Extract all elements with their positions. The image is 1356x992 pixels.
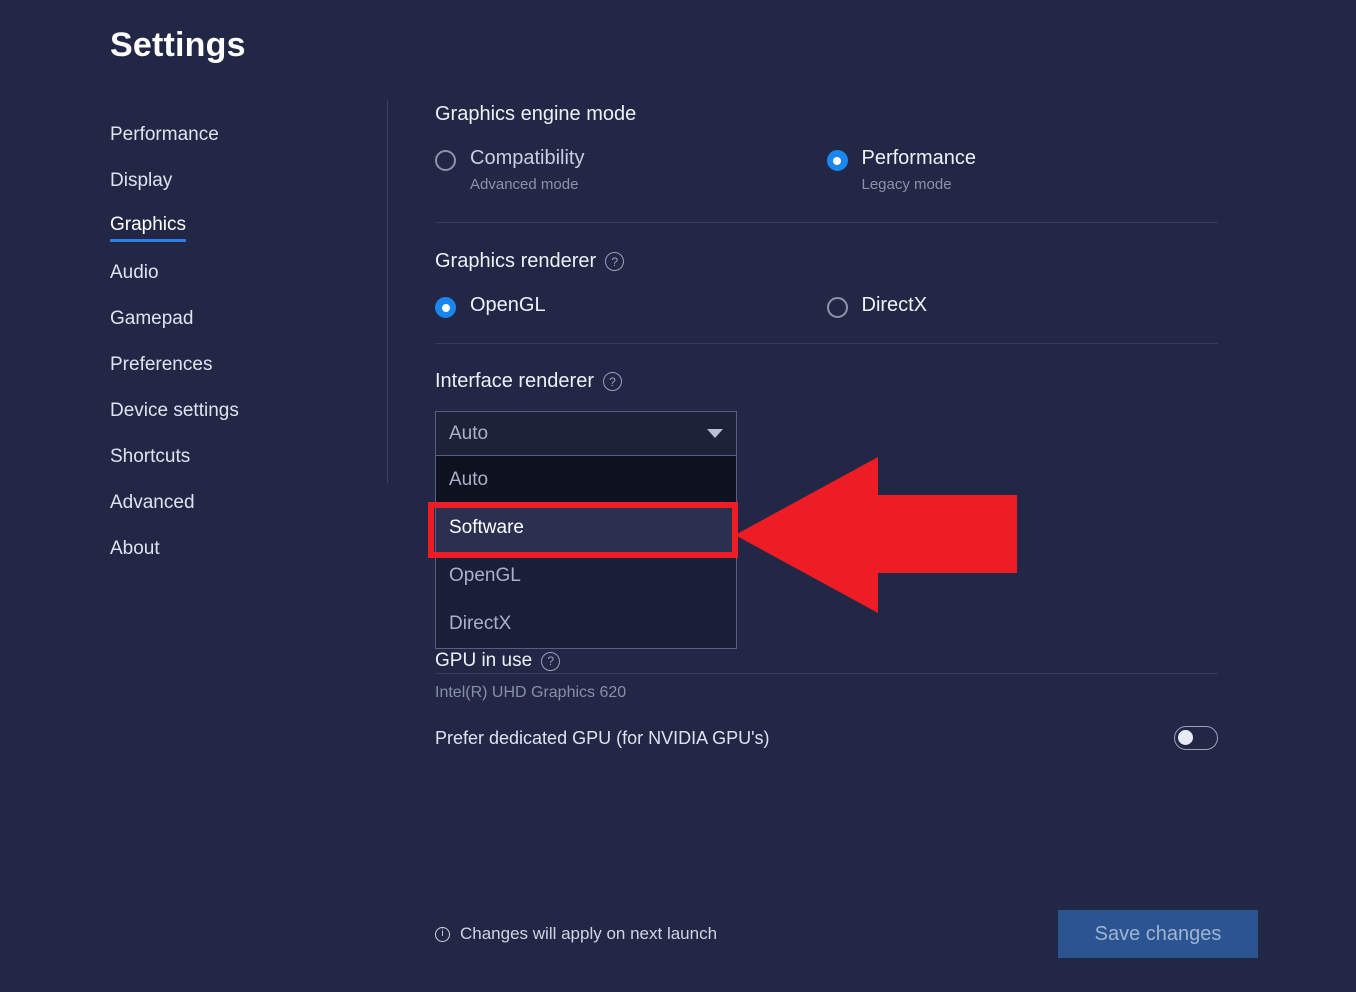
interface-renderer-option-list: Auto Software OpenGL DirectX: [435, 456, 737, 649]
select-option-opengl[interactable]: OpenGL: [436, 552, 736, 600]
radio-option-performance[interactable]: Performance Legacy mode: [826, 147, 1219, 193]
settings-main-panel: Graphics engine mode Compatibility Advan…: [435, 103, 1218, 674]
sidebar-item-about[interactable]: About: [110, 527, 360, 573]
sidebar-item-display[interactable]: Display: [110, 159, 360, 205]
radio-sublabel: Advanced mode: [470, 176, 579, 193]
radio-checked-icon: [826, 150, 848, 171]
radio-option-compatibility[interactable]: Compatibility Advanced mode: [435, 148, 827, 192]
radio-option-opengl[interactable]: OpenGL: [435, 295, 827, 318]
prefer-dedicated-gpu-toggle[interactable]: [1174, 726, 1218, 750]
sidebar-item-shortcuts[interactable]: Shortcuts: [110, 435, 360, 481]
sidebar-item-label: Gamepad: [110, 307, 194, 329]
help-circle-icon[interactable]: ?: [605, 252, 625, 271]
graphics-engine-mode-heading: Graphics engine mode: [435, 103, 1218, 126]
help-circle-icon[interactable]: ?: [602, 372, 622, 391]
divider: [435, 343, 1218, 344]
select-option-software[interactable]: Software: [436, 504, 736, 552]
sidebar-item-label: Shortcuts: [110, 445, 191, 467]
sidebar-item-label: Performance: [110, 123, 219, 145]
radio-label: Performance: [861, 147, 977, 169]
apply-notice-text: Changes will apply on next launch: [460, 924, 718, 943]
radio-sublabel: Legacy mode: [861, 176, 952, 193]
divider: [435, 222, 1218, 223]
sidebar-item-graphics[interactable]: Graphics: [110, 205, 360, 251]
gpu-in-use-section: GPU in use ? Intel(R) UHD Graphics 620 P…: [435, 650, 1218, 750]
sidebar-item-performance[interactable]: Performance: [110, 113, 360, 159]
gpu-in-use-heading: GPU in use ?: [435, 650, 1218, 672]
graphics-engine-mode-options: Compatibility Advanced mode Performance …: [435, 148, 1218, 192]
select-option-label: Software: [449, 517, 524, 538]
interface-renderer-heading: Interface renderer ?: [435, 370, 1218, 393]
radio-unchecked-icon: [435, 150, 456, 171]
sidebar-item-label: Audio: [110, 261, 159, 283]
sidebar-divider: [387, 100, 388, 483]
section-title: Graphics renderer: [435, 250, 597, 272]
sidebar-item-label: Advanced: [110, 491, 195, 513]
select-option-label: DirectX: [449, 613, 512, 634]
settings-footer: i Changes will apply on next launch Save…: [435, 910, 1258, 958]
select-option-label: OpenGL: [449, 565, 521, 586]
interface-renderer-select-button[interactable]: Auto: [435, 411, 737, 456]
page-title: Settings: [110, 26, 246, 64]
prefer-dedicated-gpu-label: Prefer dedicated GPU (for NVIDIA GPU's): [435, 727, 770, 748]
section-title: Graphics engine mode: [435, 103, 637, 125]
toggle-knob: [1178, 730, 1193, 745]
interface-renderer-select: Auto Auto Software OpenGL DirectX: [435, 411, 737, 649]
save-changes-button[interactable]: Save changes: [1058, 910, 1258, 958]
graphics-renderer-heading: Graphics renderer ?: [435, 250, 1218, 273]
sidebar-item-device-settings[interactable]: Device settings: [110, 389, 360, 435]
chevron-down-icon: [707, 429, 723, 438]
sidebar-item-label: Preferences: [110, 353, 213, 375]
gpu-in-use-value: Intel(R) UHD Graphics 620: [435, 684, 627, 701]
radio-label: OpenGL: [470, 294, 546, 316]
sidebar-item-preferences[interactable]: Preferences: [110, 343, 360, 389]
help-circle-icon[interactable]: ?: [541, 651, 561, 671]
radio-option-directx[interactable]: DirectX: [826, 294, 1219, 318]
radio-unchecked-icon: [826, 297, 848, 318]
sidebar-item-label: Device settings: [110, 399, 239, 421]
select-selected-value: Auto: [449, 422, 489, 444]
sidebar-item-advanced[interactable]: Advanced: [110, 481, 360, 527]
sidebar-item-label: Display: [110, 169, 173, 191]
radio-checked-icon: [435, 297, 456, 318]
sidebar-item-label: Graphics: [110, 214, 187, 242]
graphics-renderer-options: OpenGL DirectX: [435, 295, 1218, 318]
section-title: Interface renderer: [435, 370, 594, 392]
section-title: GPU in use: [435, 650, 533, 671]
settings-window: Settings Performance Display Graphics Au…: [0, 0, 1356, 992]
select-option-label: Auto: [449, 469, 489, 490]
radio-label: DirectX: [861, 294, 928, 316]
select-option-directx[interactable]: DirectX: [436, 600, 736, 648]
apply-notice: i Changes will apply on next launch: [435, 924, 1058, 944]
prefer-dedicated-gpu-row: Prefer dedicated GPU (for NVIDIA GPU's): [435, 726, 1218, 750]
select-option-auto[interactable]: Auto: [436, 456, 736, 504]
info-circle-icon: i: [435, 926, 450, 942]
radio-label: Compatibility: [470, 147, 585, 169]
sidebar-nav: Performance Display Graphics Audio Gamep…: [110, 113, 360, 573]
sidebar-item-audio[interactable]: Audio: [110, 251, 360, 297]
sidebar-item-gamepad[interactable]: Gamepad: [110, 297, 360, 343]
sidebar-item-label: About: [110, 537, 160, 559]
